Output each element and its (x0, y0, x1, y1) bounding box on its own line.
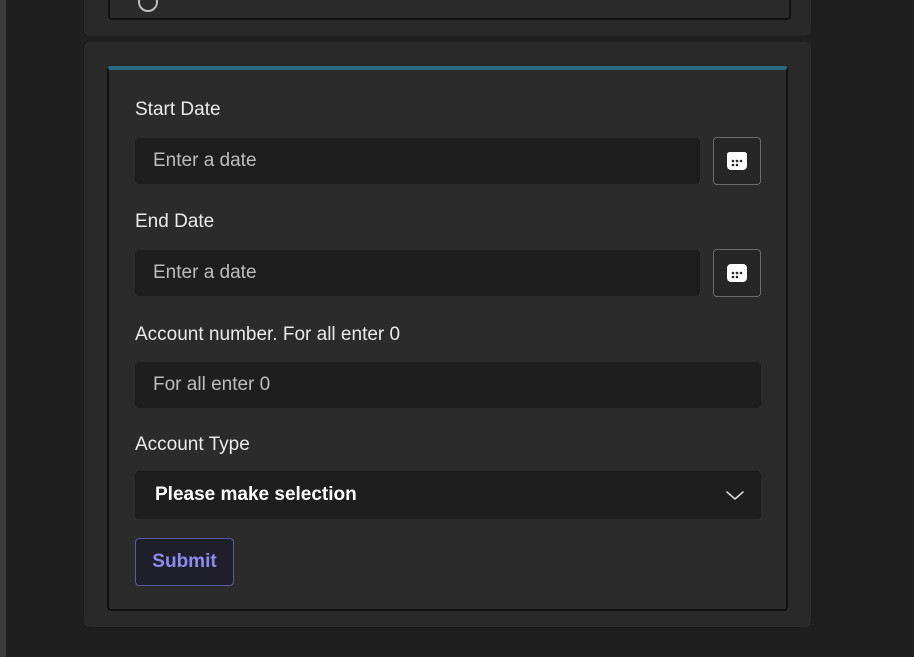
previous-card (84, 0, 811, 36)
radio-icon[interactable] (138, 0, 158, 12)
previous-card-panel (108, 0, 791, 20)
window-edge (0, 0, 6, 657)
account-type-label: Account Type (135, 434, 250, 455)
start-date-calendar-button[interactable] (713, 137, 761, 185)
account-type-select[interactable]: Please make selection (135, 471, 761, 519)
account-type-selected-value: Please make selection (155, 484, 357, 505)
report-form: Start Date End Date (107, 66, 788, 611)
end-date-label: End Date (135, 211, 215, 232)
account-number-input[interactable] (135, 362, 761, 408)
start-date-label: Start Date (135, 99, 221, 120)
account-number-label: Account number. For all enter 0 (135, 324, 401, 345)
page: Start Date End Date (0, 0, 914, 657)
end-date-input[interactable] (135, 250, 700, 296)
chevron-down-icon (726, 491, 744, 500)
form-card: Start Date End Date (84, 42, 811, 627)
calendar-icon (727, 264, 747, 282)
end-date-calendar-button[interactable] (713, 249, 761, 297)
start-date-input[interactable] (135, 138, 700, 184)
calendar-icon (727, 152, 747, 170)
submit-button[interactable]: Submit (135, 538, 234, 586)
